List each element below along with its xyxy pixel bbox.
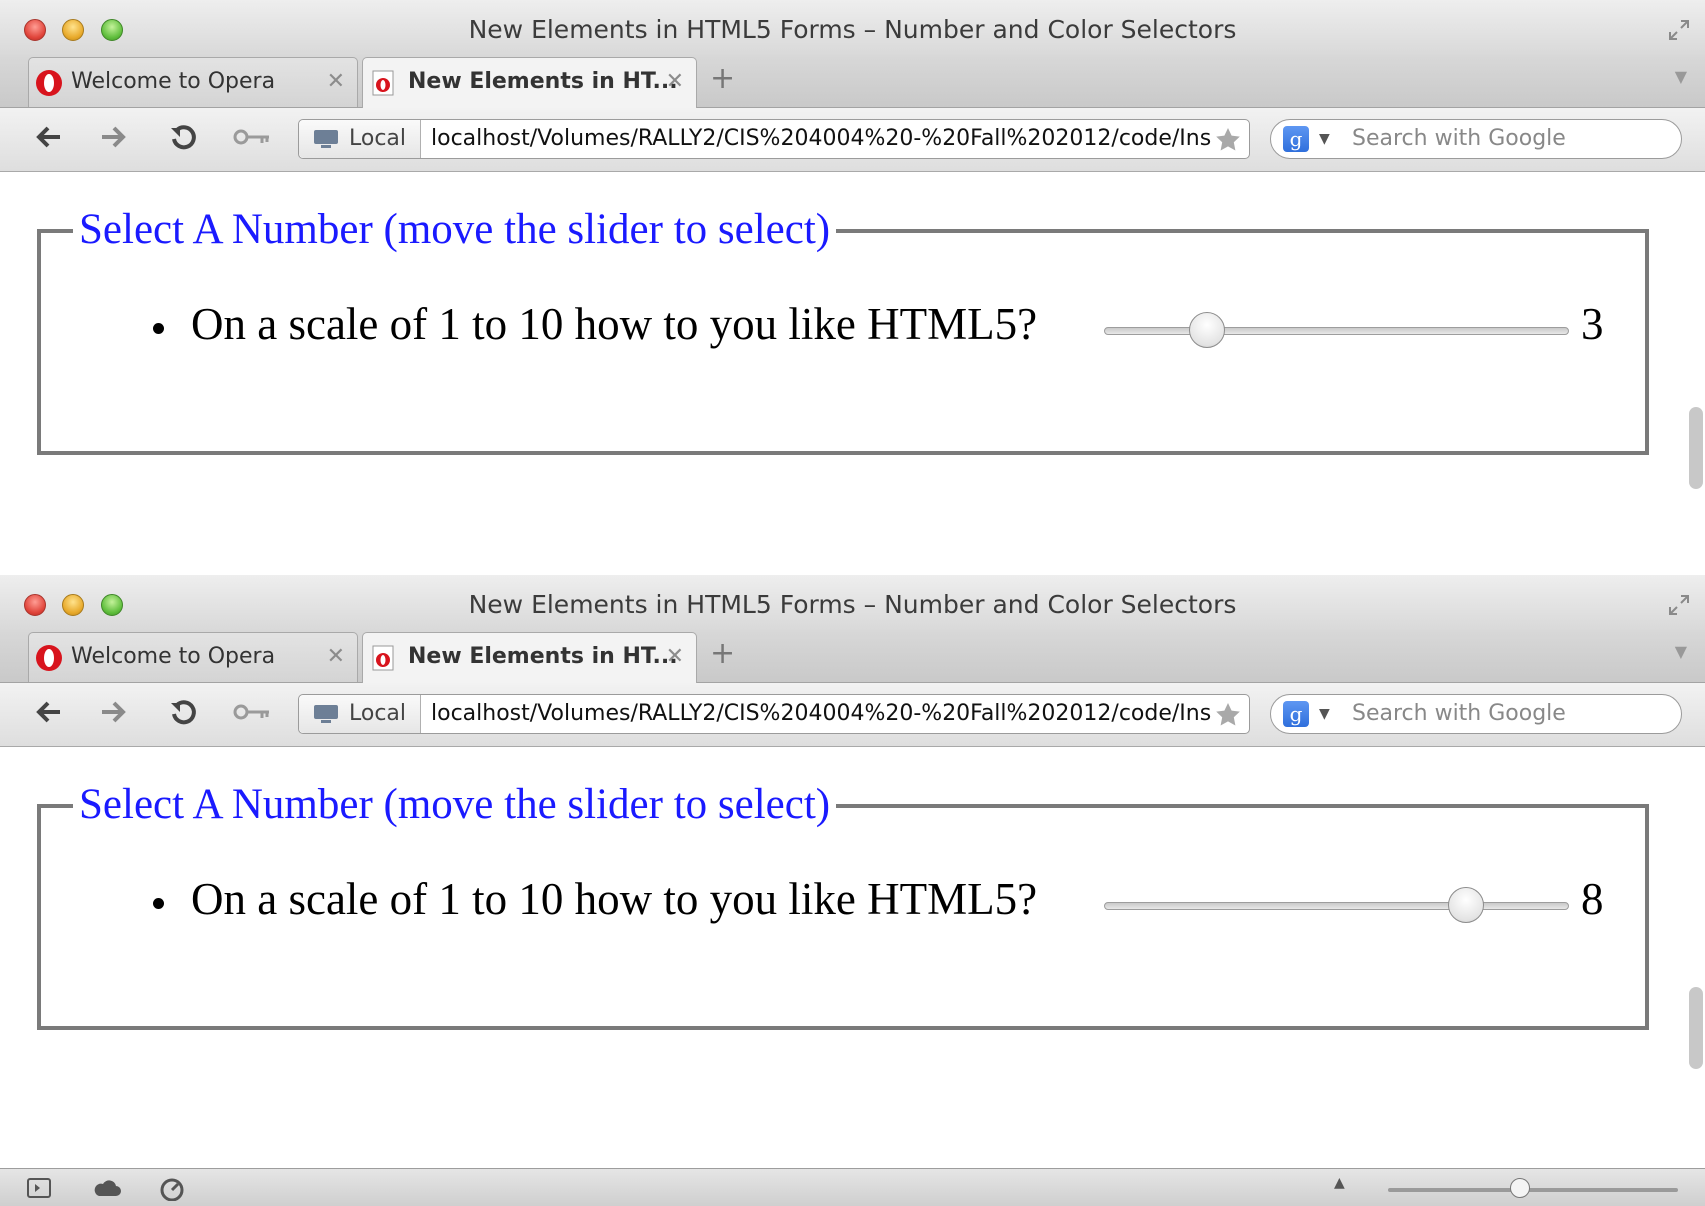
tab-strip: Welcome to Opera ✕ New Elements in HT...… bbox=[0, 630, 1705, 683]
zoom-slider-track[interactable] bbox=[1388, 1188, 1678, 1192]
url-input[interactable]: localhost/Volumes/RALLY2/CIS%204004%20-%… bbox=[431, 120, 1211, 158]
opera-page-icon bbox=[372, 645, 394, 671]
close-icon[interactable]: ✕ bbox=[327, 633, 345, 681]
google-icon[interactable]: g bbox=[1283, 701, 1309, 727]
panel-toggle-icon[interactable] bbox=[26, 1177, 52, 1199]
star-icon[interactable] bbox=[1215, 702, 1241, 726]
reload-icon[interactable] bbox=[168, 122, 198, 152]
tab-label: New Elements in HT... bbox=[408, 644, 678, 669]
forward-arrow-icon[interactable] bbox=[98, 697, 128, 727]
fieldset-legend: Select A Number (move the slider to sele… bbox=[73, 205, 837, 255]
zone-label: Local bbox=[349, 701, 407, 726]
cloud-icon[interactable] bbox=[92, 1177, 122, 1199]
address-bar[interactable]: Local localhost/Volumes/RALLY2/CIS%20400… bbox=[298, 694, 1250, 734]
question-label: On a scale of 1 to 10 how to you like HT… bbox=[191, 874, 1038, 924]
chevron-down-icon[interactable]: ▼ bbox=[1319, 698, 1330, 730]
range-slider-thumb[interactable] bbox=[1447, 887, 1484, 923]
list-bullet bbox=[153, 898, 164, 909]
range-slider-thumb[interactable] bbox=[1189, 312, 1226, 348]
back-arrow-icon[interactable] bbox=[34, 122, 64, 152]
speed-gauge-icon[interactable] bbox=[158, 1177, 186, 1201]
opera-icon bbox=[36, 70, 62, 96]
tab-welcome-to-opera[interactable]: Welcome to Opera ✕ bbox=[28, 57, 358, 107]
tab-welcome-to-opera[interactable]: Welcome to Opera ✕ bbox=[28, 632, 358, 682]
status-bar: ▲ bbox=[0, 1168, 1705, 1206]
slider-value-output: 8 bbox=[1581, 874, 1604, 924]
tab-new-elements[interactable]: New Elements in HT... ✕ bbox=[362, 57, 697, 108]
vertical-scrollbar[interactable] bbox=[1689, 407, 1703, 489]
fullscreen-icon[interactable] bbox=[1667, 18, 1691, 42]
chevron-down-icon[interactable]: ▼ bbox=[1319, 123, 1330, 155]
search-placeholder: Search with Google bbox=[1352, 701, 1566, 726]
tab-label: Welcome to Opera bbox=[71, 69, 276, 94]
url-input[interactable]: localhost/Volumes/RALLY2/CIS%204004%20-%… bbox=[431, 695, 1211, 733]
navigation-toolbar: Local localhost/Volumes/RALLY2/CIS%20400… bbox=[0, 683, 1705, 747]
tab-menu-chevron-down-icon[interactable]: ▼ bbox=[1675, 67, 1687, 86]
range-slider-track[interactable] bbox=[1104, 327, 1569, 335]
fullscreen-icon[interactable] bbox=[1667, 593, 1691, 617]
local-zone-badge[interactable]: Local bbox=[299, 695, 421, 733]
page-content: Select A Number (move the slider to sele… bbox=[0, 747, 1705, 1167]
number-fieldset: Select A Number (move the slider to sele… bbox=[37, 780, 1649, 1030]
close-icon[interactable]: ✕ bbox=[666, 58, 684, 106]
key-icon[interactable] bbox=[232, 697, 272, 727]
local-zone-badge[interactable]: Local bbox=[299, 120, 421, 158]
back-arrow-icon[interactable] bbox=[34, 697, 64, 727]
opera-icon bbox=[36, 645, 62, 671]
google-icon[interactable]: g bbox=[1283, 126, 1309, 152]
title-bar: New Elements in HTML5 Forms – Number and… bbox=[0, 575, 1705, 631]
reload-icon[interactable] bbox=[168, 697, 198, 727]
key-icon[interactable] bbox=[232, 122, 272, 152]
browser-window-2: New Elements in HTML5 Forms – Number and… bbox=[0, 575, 1705, 1205]
tab-menu-chevron-down-icon[interactable]: ▼ bbox=[1675, 642, 1687, 661]
zoom-up-icon[interactable]: ▲ bbox=[1334, 1175, 1345, 1191]
number-fieldset: Select A Number (move the slider to sele… bbox=[37, 205, 1649, 455]
zoom-slider-thumb[interactable] bbox=[1510, 1178, 1530, 1198]
search-placeholder: Search with Google bbox=[1352, 126, 1566, 151]
zone-label: Local bbox=[349, 126, 407, 151]
search-field[interactable]: g ▼ Search with Google bbox=[1270, 694, 1682, 734]
slider-value-output: 3 bbox=[1581, 299, 1604, 349]
tab-strip: Welcome to Opera ✕ New Elements in HT...… bbox=[0, 55, 1705, 108]
address-bar[interactable]: Local localhost/Volumes/RALLY2/CIS%20400… bbox=[298, 119, 1250, 159]
close-icon[interactable]: ✕ bbox=[666, 633, 684, 681]
vertical-scrollbar[interactable] bbox=[1689, 987, 1703, 1069]
browser-window-1: New Elements in HTML5 Forms – Number and… bbox=[0, 0, 1705, 575]
tab-label: New Elements in HT... bbox=[408, 69, 678, 94]
monitor-icon bbox=[314, 705, 338, 723]
close-icon[interactable]: ✕ bbox=[327, 58, 345, 106]
list-bullet bbox=[153, 323, 164, 334]
title-bar: New Elements in HTML5 Forms – Number and… bbox=[0, 0, 1705, 56]
question-label: On a scale of 1 to 10 how to you like HT… bbox=[191, 299, 1038, 349]
search-field[interactable]: g ▼ Search with Google bbox=[1270, 119, 1682, 159]
star-icon[interactable] bbox=[1215, 127, 1241, 151]
range-slider-track[interactable] bbox=[1104, 902, 1569, 910]
navigation-toolbar: Local localhost/Volumes/RALLY2/CIS%20400… bbox=[0, 108, 1705, 172]
monitor-icon bbox=[314, 130, 338, 148]
forward-arrow-icon[interactable] bbox=[98, 122, 128, 152]
new-tab-plus-icon[interactable]: + bbox=[710, 61, 735, 96]
new-tab-plus-icon[interactable]: + bbox=[710, 636, 735, 671]
window-title: New Elements in HTML5 Forms – Number and… bbox=[468, 590, 1237, 619]
tab-label: Welcome to Opera bbox=[71, 644, 276, 669]
fieldset-legend: Select A Number (move the slider to sele… bbox=[73, 780, 837, 830]
window-title: New Elements in HTML5 Forms – Number and… bbox=[468, 15, 1237, 44]
opera-page-icon bbox=[372, 70, 394, 96]
page-content: Select A Number (move the slider to sele… bbox=[0, 172, 1705, 575]
tab-new-elements[interactable]: New Elements in HT... ✕ bbox=[362, 632, 697, 683]
